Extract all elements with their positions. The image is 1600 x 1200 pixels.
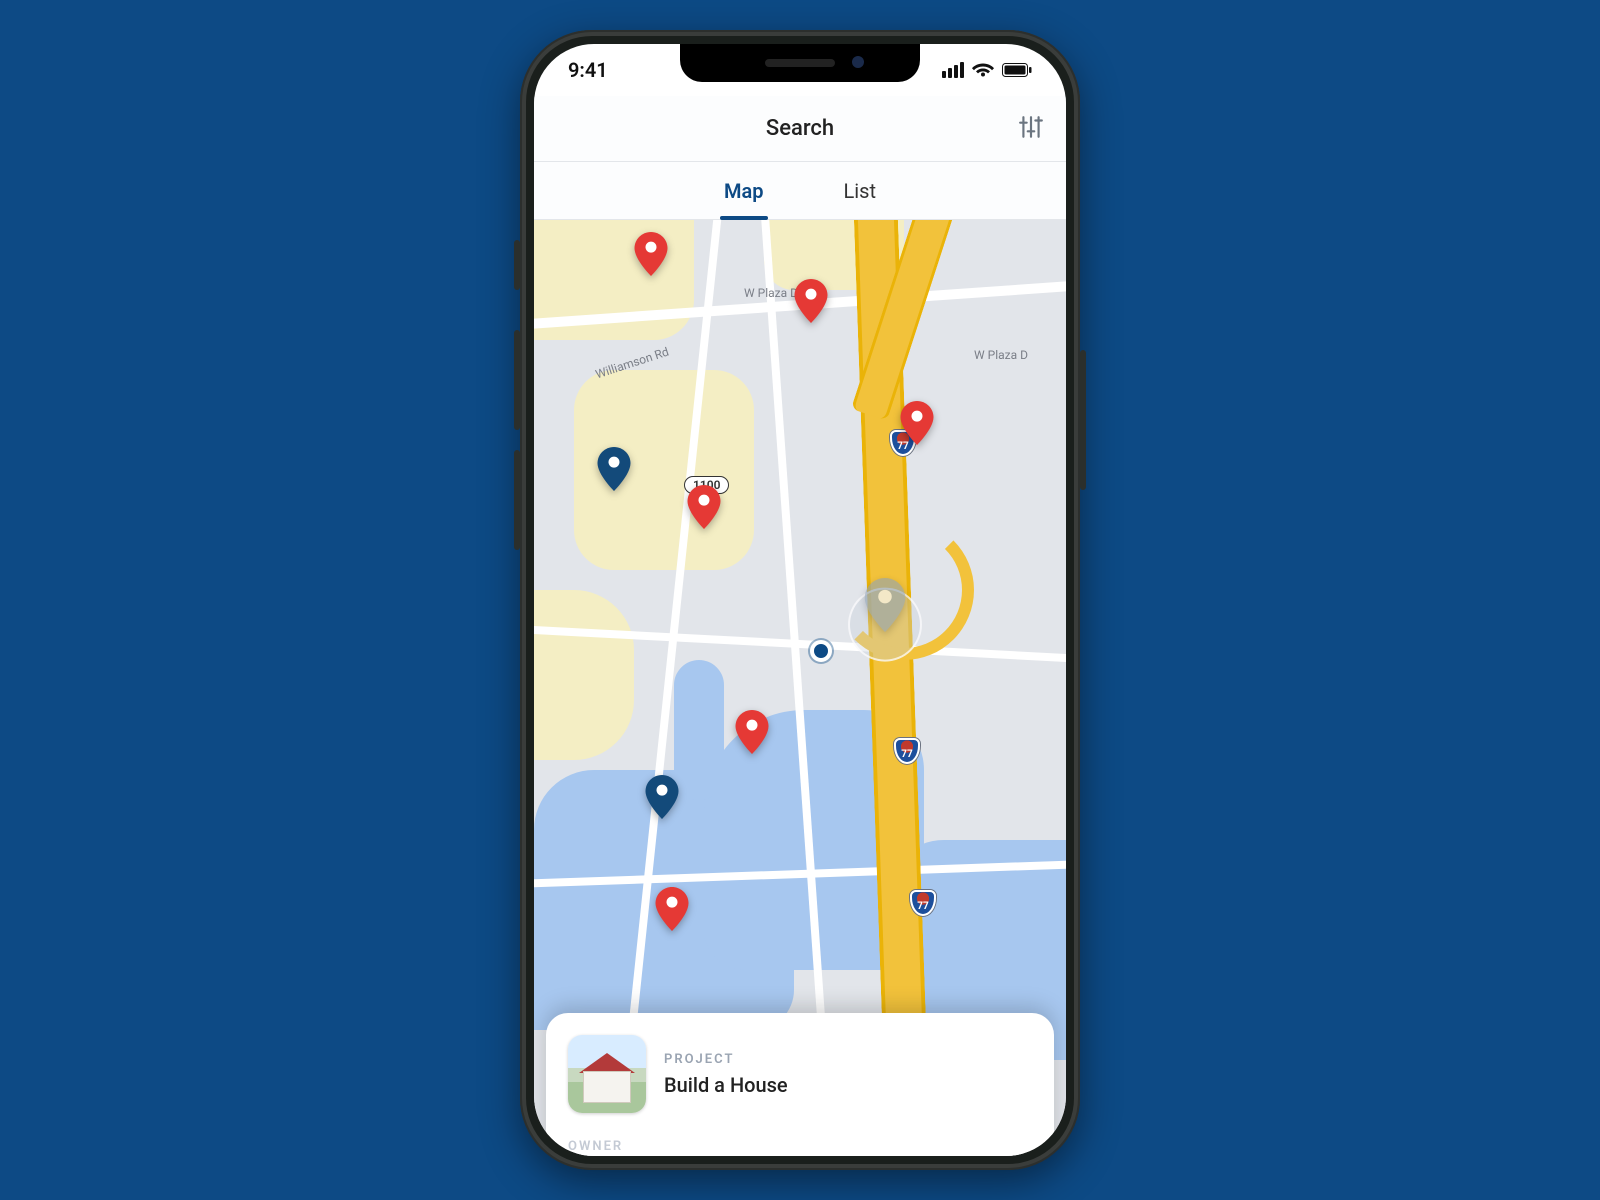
tab-map[interactable]: Map xyxy=(724,162,764,219)
map-pin-grey[interactable] xyxy=(863,578,907,632)
view-tabs: Map List xyxy=(534,162,1066,220)
map-pin-red[interactable] xyxy=(687,485,721,529)
map-pin-red[interactable] xyxy=(634,232,668,276)
map-pin-red[interactable] xyxy=(655,887,689,931)
project-thumbnail xyxy=(568,1035,646,1113)
page-title: Search xyxy=(766,116,834,141)
mute-switch xyxy=(514,240,520,290)
map-landmass xyxy=(534,590,634,760)
map-pin-navy[interactable] xyxy=(597,447,631,491)
map-water xyxy=(674,660,724,800)
volume-up xyxy=(514,330,520,430)
volume-down xyxy=(514,450,520,550)
filter-button[interactable] xyxy=(1018,114,1044,144)
cellular-icon xyxy=(942,62,964,78)
phone-frame: 9:41 Search xyxy=(520,30,1080,1170)
wifi-icon xyxy=(972,62,994,78)
tab-map-label: Map xyxy=(724,179,764,203)
map-pin-navy[interactable] xyxy=(645,775,679,819)
power-button xyxy=(1080,350,1086,490)
map-pin-red[interactable] xyxy=(794,279,828,323)
card-next-section: OWNER xyxy=(568,1139,1032,1154)
phone-notch xyxy=(680,44,920,82)
map-pin-red[interactable] xyxy=(735,710,769,754)
map-view[interactable]: W Plaza Dr W Plaza D Williamson Rd 1100 … xyxy=(534,220,1066,1156)
user-location-dot xyxy=(810,640,832,662)
phone-screen: 9:41 Search xyxy=(534,44,1066,1156)
status-time: 9:41 xyxy=(568,58,608,82)
road-label: W Plaza D xyxy=(974,348,1028,362)
app-header: Search xyxy=(534,96,1066,162)
tab-list[interactable]: List xyxy=(844,162,877,219)
battery-icon xyxy=(1002,63,1032,77)
sliders-icon xyxy=(1018,114,1044,140)
result-card[interactable]: PROJECT Build a House OWNER xyxy=(546,1013,1054,1156)
card-eyebrow: PROJECT xyxy=(664,1052,788,1067)
tab-list-label: List xyxy=(844,179,877,203)
card-title: Build a House xyxy=(664,1073,788,1097)
speaker-grille xyxy=(765,59,835,67)
map-pin-red[interactable] xyxy=(900,401,934,445)
front-camera xyxy=(852,56,864,68)
